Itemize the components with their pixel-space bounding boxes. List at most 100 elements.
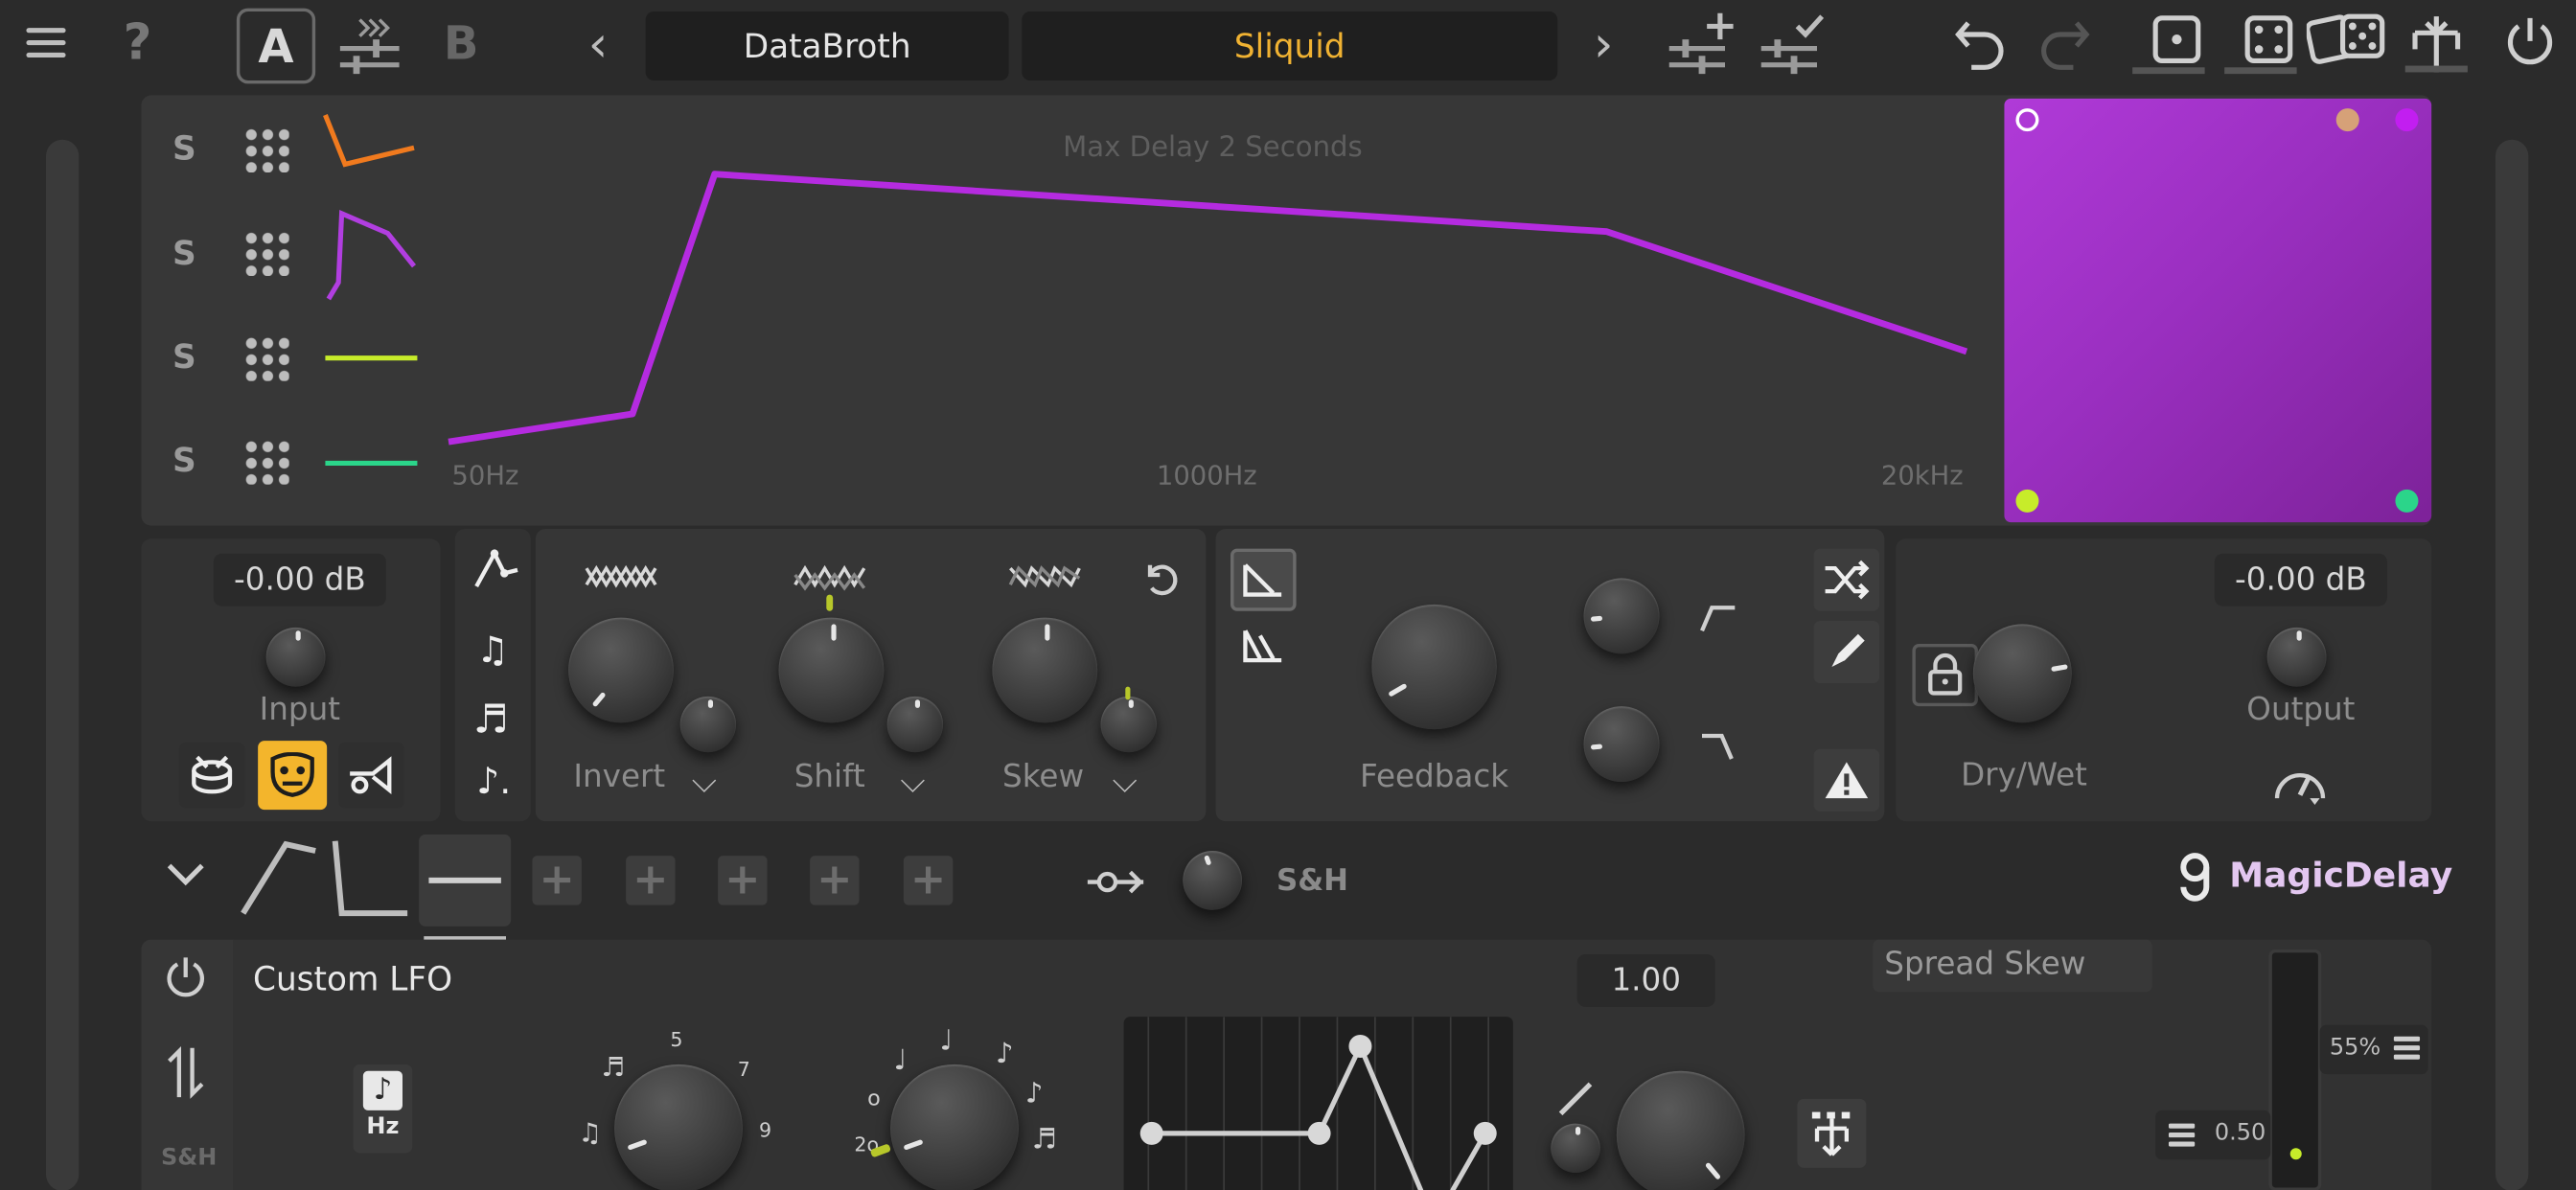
input-gain-value[interactable]: -0.00 dB (213, 553, 386, 606)
smooth-knob[interactable] (1183, 851, 1243, 910)
drywet-knob[interactable] (1972, 624, 2072, 723)
lfo-power-icon[interactable] (163, 954, 209, 1007)
preset-bank-selector[interactable]: DataBroth (645, 11, 1009, 81)
note-icon[interactable]: ♫ (476, 630, 509, 672)
spread-percent-list-icon[interactable] (2393, 1035, 2421, 1067)
spread-value-list-icon[interactable] (2168, 1122, 2196, 1155)
envelope-icon[interactable] (472, 547, 520, 600)
grid-icon[interactable] (242, 334, 289, 381)
feedback-highcut-knob[interactable] (1583, 578, 1660, 654)
undo-icon[interactable] (1952, 13, 2012, 80)
reset-icon[interactable] (1140, 559, 1180, 605)
lfo-shape-decay-icon[interactable] (329, 835, 414, 927)
randomize-one-dice-icon[interactable] (2129, 13, 2208, 85)
xy-dot-top-left[interactable] (2015, 108, 2039, 132)
grid-icon[interactable] (242, 438, 289, 485)
invert-dropdown-chevron[interactable]: ⌵ (692, 761, 717, 800)
lfo-title: Custom LFO (253, 959, 453, 999)
feedback-panel (1215, 529, 1885, 822)
output-knob[interactable] (2266, 627, 2327, 687)
lfo-rate-knob[interactable] (614, 1064, 743, 1190)
feedback-lowcut-knob[interactable] (1583, 706, 1660, 783)
lfo-amount-value[interactable]: 1.00 (1576, 954, 1715, 1007)
smooth-icon[interactable] (1084, 864, 1146, 907)
invert-knob[interactable] (568, 617, 674, 723)
spread-slider-handle[interactable] (2289, 1148, 2302, 1160)
hz-sync-button[interactable]: ♪ Hz (353, 1064, 413, 1154)
skew-mod-knob[interactable] (1100, 696, 1157, 753)
skew-knob[interactable] (992, 617, 1098, 723)
save-preset-icon[interactable] (1758, 10, 1827, 81)
limiter-icon[interactable] (2270, 756, 2330, 812)
lfo-amount-knob[interactable] (1616, 1070, 1745, 1190)
copy-a-to-b-icon[interactable] (336, 13, 402, 82)
add-lfo-shape-button-5[interactable]: + (903, 856, 954, 905)
menu-icon[interactable] (26, 25, 66, 68)
redo-icon[interactable] (2034, 13, 2093, 80)
lfo-sample-hold-label[interactable]: S&H (161, 1145, 217, 1171)
draw-button[interactable] (1813, 621, 1880, 684)
grid-icon[interactable] (242, 230, 289, 277)
dotted-note-icon[interactable]: ♪. (476, 762, 511, 803)
solo-button-1[interactable]: S (172, 128, 196, 168)
xy-morph-pad[interactable] (2004, 98, 2432, 523)
add-preset-icon[interactable] (1666, 10, 1735, 81)
lfo-shape-ramp-icon[interactable] (237, 835, 322, 927)
xy-dot-bottom-left[interactable] (2015, 489, 2039, 513)
lfo-routing-button[interactable] (1797, 1098, 1867, 1168)
solo-button-3[interactable]: S (172, 336, 196, 376)
lowpass-filter-button[interactable] (1230, 548, 1297, 611)
drum-mode-button[interactable] (178, 742, 245, 809)
delay-curve[interactable] (444, 156, 1971, 452)
xy-dot-top-right-a[interactable] (2335, 108, 2359, 132)
feedback-knob[interactable] (1371, 604, 1497, 730)
lfo-shape-editor[interactable] (1123, 1017, 1513, 1190)
left-scroll-rail[interactable] (46, 139, 80, 1190)
invert-mod-knob[interactable] (679, 696, 737, 753)
xy-dot-bottom-right[interactable] (2395, 489, 2419, 513)
help-icon[interactable]: ? (124, 19, 152, 69)
lfo-small-knob[interactable] (1551, 1123, 1600, 1174)
freq-label-low: 50Hz (451, 460, 519, 492)
input-knob[interactable] (265, 627, 326, 687)
lfo-direction-icon[interactable] (166, 1044, 205, 1107)
skew-dropdown-chevron[interactable]: ⌵ (1113, 761, 1138, 800)
lfo-division-knob[interactable] (890, 1064, 1019, 1190)
shift-mod-indicator (826, 594, 834, 611)
shift-knob[interactable] (778, 617, 885, 723)
shift-mod-knob[interactable] (886, 696, 944, 753)
warning-button[interactable] (1813, 748, 1880, 812)
xy-dot-top-right-b[interactable] (2395, 108, 2419, 132)
grid-icon[interactable] (242, 126, 289, 173)
next-preset-button[interactable]: › (1594, 16, 1614, 74)
preset-name-selector[interactable]: Sliquid (1022, 11, 1558, 81)
add-lfo-shape-button-2[interactable]: + (626, 856, 676, 905)
shuffle-button[interactable] (1813, 548, 1880, 611)
solo-button-4[interactable]: S (172, 440, 196, 479)
randomize-four-dice-icon[interactable] (2221, 13, 2300, 85)
ab-b-button[interactable]: B (444, 16, 479, 71)
lfo-shape-flat-button[interactable] (419, 834, 512, 927)
ab-a-button[interactable]: A (236, 8, 316, 84)
routing-icon[interactable] (2402, 10, 2471, 85)
prev-preset-button[interactable]: ‹ (588, 16, 609, 74)
voice-mode-button[interactable] (258, 741, 328, 811)
randomize-all-dice-icon[interactable] (2305, 10, 2389, 81)
shift-label: Shift (794, 759, 865, 795)
triplet-note-icon[interactable]: ♬ (473, 697, 509, 743)
right-scroll-rail[interactable] (2496, 139, 2529, 1190)
add-lfo-shape-button-4[interactable]: + (810, 856, 860, 905)
collapse-chevron-icon[interactable] (164, 858, 207, 897)
shift-dropdown-chevron[interactable]: ⌵ (900, 761, 925, 800)
lock-icon[interactable] (1912, 644, 1979, 707)
comb-filter-button[interactable] (1230, 617, 1297, 674)
add-lfo-shape-button-3[interactable]: + (718, 856, 768, 905)
drywet-label: Dry/Wet (1961, 757, 2087, 794)
output-gain-value[interactable]: -0.00 dB (2214, 553, 2387, 606)
feedback-label: Feedback (1360, 759, 1509, 795)
add-lfo-shape-button-1[interactable]: + (532, 856, 582, 905)
sample-hold-label[interactable]: S&H (1276, 864, 1348, 899)
solo-button-2[interactable]: S (172, 233, 196, 272)
horn-mode-button[interactable] (338, 742, 404, 809)
power-icon[interactable] (2500, 13, 2560, 80)
